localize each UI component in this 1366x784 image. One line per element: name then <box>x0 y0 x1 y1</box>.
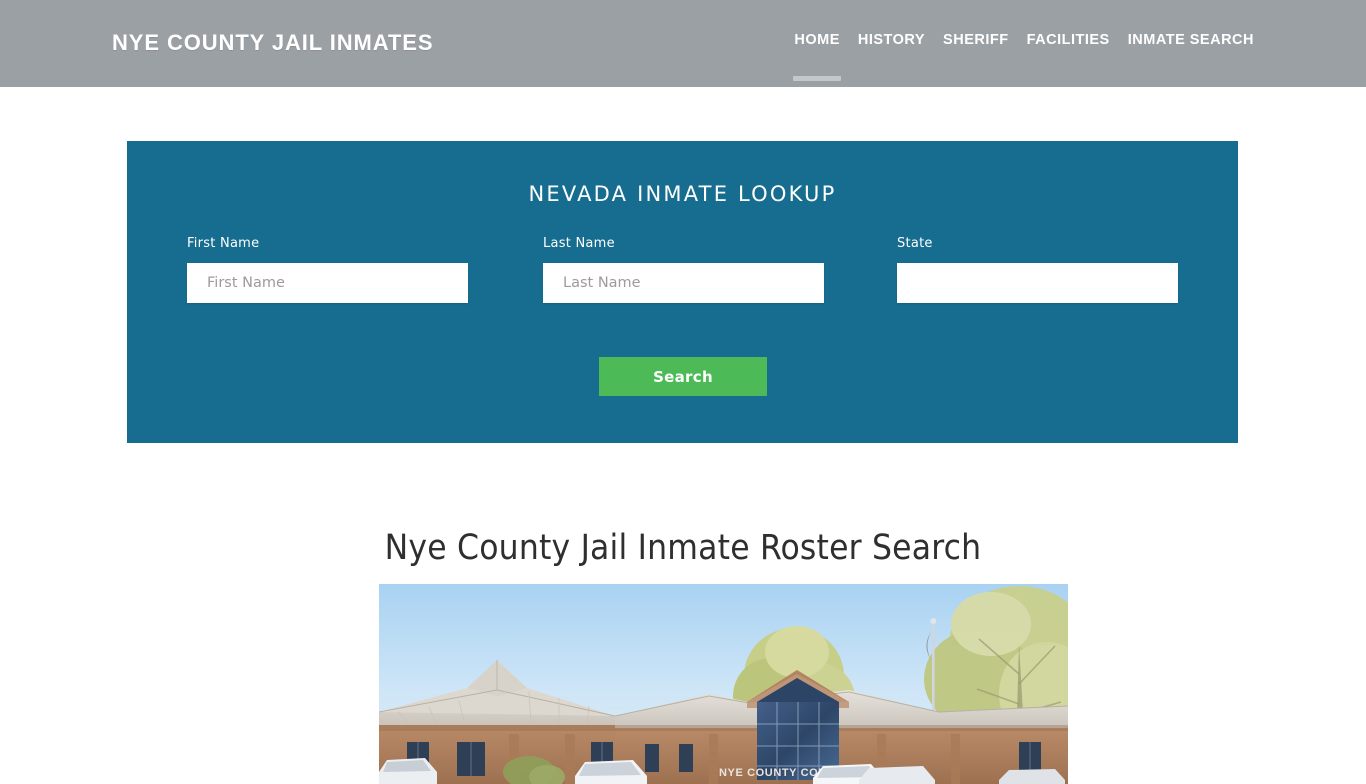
last-name-input[interactable] <box>543 263 824 303</box>
first-name-label: First Name <box>187 236 260 251</box>
nav-item-facilities[interactable]: FACILITIES <box>1018 30 1119 50</box>
lookup-panel-title: NEVADA INMATE LOOKUP <box>528 182 837 206</box>
nav-item-history[interactable]: HISTORY <box>849 30 934 50</box>
first-name-field-group: First Name <box>187 236 468 303</box>
last-name-field-group: Last Name <box>543 236 824 303</box>
last-name-label: Last Name <box>543 236 615 251</box>
state-label: State <box>897 236 933 251</box>
state-input[interactable] <box>897 263 1178 303</box>
site-header: NYE COUNTY JAIL INMATES HOME HISTORY SHE… <box>0 0 1366 87</box>
main-navigation: HOME HISTORY SHERIFF FACILITIES INMATE S… <box>784 30 1254 50</box>
nav-item-home[interactable]: HOME <box>784 30 849 50</box>
nav-item-inmate-search[interactable]: INMATE SEARCH <box>1119 30 1254 50</box>
page-title: Nye County Jail Inmate Roster Search <box>384 528 982 569</box>
nav-item-sheriff[interactable]: SHERIFF <box>934 30 1018 50</box>
first-name-input[interactable] <box>187 263 468 303</box>
site-logo-text[interactable]: NYE COUNTY JAIL INMATES <box>112 30 433 56</box>
search-button[interactable]: Search <box>599 357 767 396</box>
courthouse-photo-image: NYE COUNTY COURTHOUSE <box>379 584 1068 784</box>
courthouse-photo: NYE COUNTY COURTHOUSE <box>379 584 1068 784</box>
inmate-lookup-panel: NEVADA INMATE LOOKUP First Name Last Nam… <box>127 141 1238 443</box>
state-field-group: State <box>897 236 1178 303</box>
